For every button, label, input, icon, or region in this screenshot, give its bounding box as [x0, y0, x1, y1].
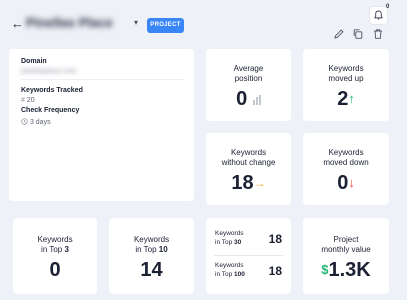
monthly-value-label: Project monthly value — [321, 235, 371, 254]
project-badge: PROJECT — [147, 18, 184, 33]
notification-count: 0 — [386, 4, 390, 10]
average-position-card: Average position 0 — [206, 49, 291, 121]
arrow-left-icon[interactable]: ← — [11, 17, 24, 31]
moved-up-card: Keywords moved up 2↑ — [303, 49, 389, 121]
arrow-up-icon: ↑ — [348, 91, 355, 106]
moved-down-value: 0 — [337, 172, 349, 194]
check-frequency-label: Check Frequency — [21, 107, 80, 114]
keywords-tracked-value: 20 — [26, 97, 35, 104]
monthly-value-row: $1.3K — [303, 259, 389, 281]
monthly-value-card: Project monthly value $1.3K — [303, 218, 389, 294]
without-change-value-row: 18→ — [206, 172, 291, 194]
arrow-down-icon: ↓ — [348, 175, 355, 190]
domain-label: Domain — [21, 58, 47, 65]
check-frequency-row: 3 days — [21, 118, 51, 126]
average-position-value: 0 — [236, 88, 248, 110]
arrow-right-icon: → — [253, 176, 266, 190]
duplicate-icon[interactable] — [352, 28, 364, 40]
clock-icon — [21, 118, 28, 125]
page-header: ← Pinellas Place ▾ PROJECT 0 — [0, 0, 407, 48]
divider — [214, 255, 283, 256]
top30-label: Keywords in Top 30 — [215, 230, 244, 246]
top30-top100-card: Keywords in Top 30 18 Keywords in Top 100 … — [206, 218, 291, 294]
moved-down-value-row: 0↓ — [303, 172, 389, 194]
monthly-value: 1.3K — [328, 259, 371, 281]
divider — [21, 79, 184, 80]
hash-icon: # — [21, 97, 25, 104]
top3-value: 0 — [49, 259, 61, 281]
top10-label: Keywords in Top 10 — [133, 235, 170, 254]
top10-card: Keywords in Top 10 14 — [109, 218, 194, 294]
moved-down-label: Keywords moved down — [323, 148, 369, 167]
check-frequency-value: 3 days — [29, 119, 51, 126]
delete-icon[interactable] — [372, 28, 384, 40]
without-change-label: Keywords without change — [221, 148, 276, 167]
keywords-tracked-row: # 20 — [21, 97, 35, 104]
top30-value: 18 — [268, 232, 282, 246]
average-position-value-row: 0 — [206, 88, 291, 110]
top100-label: Keywords in Top 100 — [215, 262, 245, 278]
moved-up-value: 2 — [337, 88, 349, 110]
project-name[interactable]: Pinellas Place — [26, 16, 130, 30]
average-position-label: Average position — [233, 64, 264, 83]
top3-card: Keywords in Top 3 0 — [13, 218, 97, 294]
moved-up-value-row: 2↑ — [303, 88, 389, 110]
without-change-card: Keywords without change 18→ — [206, 133, 291, 205]
top3-label: Keywords in Top 3 — [37, 235, 73, 254]
top10-value: 14 — [140, 259, 163, 281]
moved-down-card: Keywords moved down 0↓ — [303, 133, 389, 205]
chevron-down-icon[interactable]: ▾ — [134, 18, 138, 28]
top100-value: 18 — [268, 264, 282, 278]
moved-up-label: Keywords moved up — [328, 64, 364, 83]
keywords-tracked-label: Keywords Tracked — [21, 87, 83, 94]
edit-icon[interactable] — [333, 28, 345, 40]
project-info-card: Domain pinellasplace.com Keywords Tracke… — [9, 49, 194, 201]
domain-value[interactable]: pinellasplace.com — [21, 68, 77, 75]
without-change-value: 18 — [231, 172, 254, 194]
bar-chart-icon — [253, 94, 261, 105]
